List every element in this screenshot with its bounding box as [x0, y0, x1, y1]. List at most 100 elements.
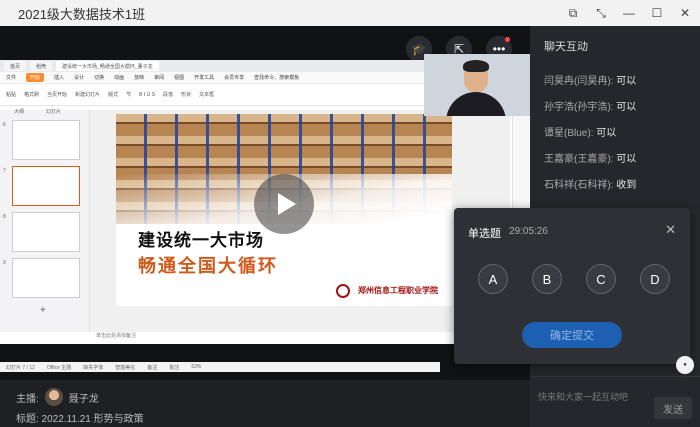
chat-user: 谭星(Blue):	[544, 128, 594, 139]
minimize-icon[interactable]: —	[620, 4, 638, 22]
panel-tab-slides[interactable]: 幻灯片	[46, 108, 61, 115]
status-comments[interactable]: 批注	[169, 364, 179, 371]
add-slide-icon[interactable]: +	[40, 305, 46, 316]
menu-dev-tools[interactable]: 开发工具	[194, 74, 214, 81]
chat-message: 王嘉豪(王嘉豪): 可以	[544, 150, 636, 165]
menu-transition[interactable]: 切换	[94, 74, 104, 81]
ribbon-layout[interactable]: 版式	[108, 91, 118, 98]
play-button[interactable]	[254, 174, 314, 234]
slide-title: 建设统一大市场	[138, 231, 264, 250]
status-theme: Office 主题	[46, 364, 72, 371]
slide-number: 8	[3, 214, 6, 220]
chat-message: 谭星(Blue): 可以	[544, 124, 616, 139]
app: 2021级大数据技术1班 ⧉ ⤡ — ☐ ✕ 🎓 ⇱ ••• 首页 稻壳 建设统…	[0, 0, 700, 427]
chat-message: 闫昊冉(闫昊冉): 可以	[544, 72, 636, 87]
menu-view[interactable]: 视图	[174, 74, 184, 81]
ribbon-new-slide[interactable]: 新建幻灯片	[75, 91, 100, 98]
option-d-button[interactable]: D	[640, 264, 670, 294]
slide-thumbnail[interactable]	[12, 212, 80, 252]
slide-number: 6	[3, 122, 6, 128]
chat-user: 孙宇浩(孙宇浩):	[544, 102, 614, 113]
chat-user: 石科祥(石科祥):	[544, 180, 614, 191]
ribbon-paste[interactable]: 粘贴	[6, 91, 16, 98]
anchor-name: 聂子龙	[68, 393, 99, 405]
school-name: 郑州信息工程职业学院	[358, 286, 438, 295]
floating-badge-icon[interactable]: ●	[676, 356, 694, 374]
status-notes[interactable]: 备注	[147, 364, 157, 371]
ribbon-start-from-current[interactable]: 当页开始	[47, 91, 67, 98]
slide-number: 7	[3, 168, 6, 174]
ribbon-paragraph[interactable]: 段落	[163, 91, 173, 98]
live-view: 🎓 ⇱ ••• 首页 稻壳 建设统一大市场_畅通全国大循环_董子龙 文件 开始 …	[0, 26, 530, 380]
chat-user: 王嘉豪(王嘉豪):	[544, 154, 614, 165]
menu-animation[interactable]: 动画	[114, 74, 124, 81]
submit-button[interactable]: 确定提交	[522, 322, 622, 348]
chat-message: 石科祥(石科祥): 收到	[544, 176, 636, 191]
status-zoom[interactable]: 63%	[191, 364, 201, 370]
menu-slideshow[interactable]: 放映	[134, 74, 144, 81]
maximize-icon[interactable]: ☐	[648, 4, 666, 22]
window-title: 2021级大数据技术1班	[18, 6, 146, 22]
title-bar: 2021级大数据技术1班 ⧉ ⤡ — ☐ ✕	[0, 0, 700, 26]
notification-dot	[505, 37, 510, 42]
presenter-body	[446, 92, 506, 116]
menu-file[interactable]: 文件	[6, 74, 16, 81]
menu-search[interactable]: 查找命令、搜索模板	[254, 74, 299, 81]
quiz-options: A B C D	[478, 264, 670, 294]
menu-start[interactable]: 开始	[26, 73, 45, 82]
status-slide-count: 幻灯片 7 / 12	[6, 364, 35, 371]
chat-text: 收到	[616, 180, 637, 191]
chat-text: 可以	[596, 128, 617, 139]
school-logo-icon	[336, 284, 350, 298]
send-button[interactable]: 发送	[654, 397, 692, 419]
slide-subtitle: 畅通全国大循环	[138, 256, 278, 276]
wps-tab-document[interactable]: 建设统一大市场_畅通全国大循环_董子龙	[56, 61, 159, 71]
close-icon[interactable]: ✕	[665, 222, 676, 238]
slide-thumbnails: 大纲 幻灯片 6 7 8 9 +	[0, 108, 90, 332]
chat-title: 聊天互动	[544, 41, 588, 53]
wps-tab-home[interactable]: 首页	[4, 61, 27, 71]
chat-text: 可以	[616, 154, 637, 165]
option-c-button[interactable]: C	[586, 264, 616, 294]
slide-thumbnail-selected[interactable]	[12, 166, 80, 206]
collapse-icon[interactable]: ⤡	[592, 4, 610, 22]
wps-tab-daoke[interactable]: 稻壳	[30, 61, 53, 71]
presenter-hair	[463, 60, 489, 72]
slide-editor: 建设统一大市场 畅通全国大循环 郑州信息工程职业学院	[90, 110, 510, 332]
anchor-label: 主播:	[16, 393, 39, 405]
menu-member[interactable]: 会员专享	[224, 74, 244, 81]
menu-insert[interactable]: 插入	[54, 74, 64, 81]
current-slide: 建设统一大市场 畅通全国大循环 郑州信息工程职业学院	[116, 114, 452, 306]
ribbon-format-painter[interactable]: 格式刷	[24, 91, 39, 98]
ribbon-section[interactable]: 节	[126, 91, 131, 98]
option-b-button[interactable]: B	[532, 264, 562, 294]
ribbon-font-style[interactable]: B I U S	[139, 92, 155, 98]
stream-subject: 标题: 2022.11.21 形势与政策	[16, 414, 144, 425]
slide-number: 9	[3, 260, 6, 266]
ribbon-textbox[interactable]: 文本框	[199, 91, 214, 98]
panel-tab-outline[interactable]: 大纲	[14, 108, 24, 115]
stream-info: 主播: 聂子龙 标题: 2022.11.21 形势与政策	[0, 380, 530, 427]
chat-input[interactable]: 快来和大家一起互动吧	[538, 390, 628, 403]
window-controls: ⧉ ⤡ — ☐ ✕	[564, 4, 694, 22]
menu-review[interactable]: 审阅	[154, 74, 164, 81]
quiz-timer: 29:05:26	[509, 226, 548, 237]
option-a-button[interactable]: A	[478, 264, 508, 294]
chat-message: 孙宇浩(孙宇浩): 可以	[544, 98, 636, 113]
slide-thumbnail[interactable]	[12, 258, 80, 298]
chat-input-area: 快来和大家一起互动吧 发送	[530, 376, 700, 427]
chat-text: 可以	[616, 76, 637, 87]
status-beautify[interactable]: 智能美化	[115, 364, 135, 371]
anchor-row: 主播: 聂子龙	[16, 388, 99, 406]
chat-text: 可以	[616, 102, 637, 113]
popout-icon[interactable]: ⧉	[564, 4, 582, 22]
slide-thumbnail[interactable]	[12, 120, 80, 160]
menu-design[interactable]: 设计	[74, 74, 84, 81]
status-missing-font[interactable]: 缺失字体	[83, 364, 103, 371]
quiz-title: 单选题	[468, 228, 501, 240]
play-icon	[277, 193, 296, 215]
ribbon-shape[interactable]: 形状	[181, 91, 191, 98]
single-choice-quiz: 单选题 29:05:26 ✕ A B C D 确定提交	[454, 208, 690, 364]
close-icon[interactable]: ✕	[676, 4, 694, 22]
presenter-webcam	[424, 54, 530, 116]
